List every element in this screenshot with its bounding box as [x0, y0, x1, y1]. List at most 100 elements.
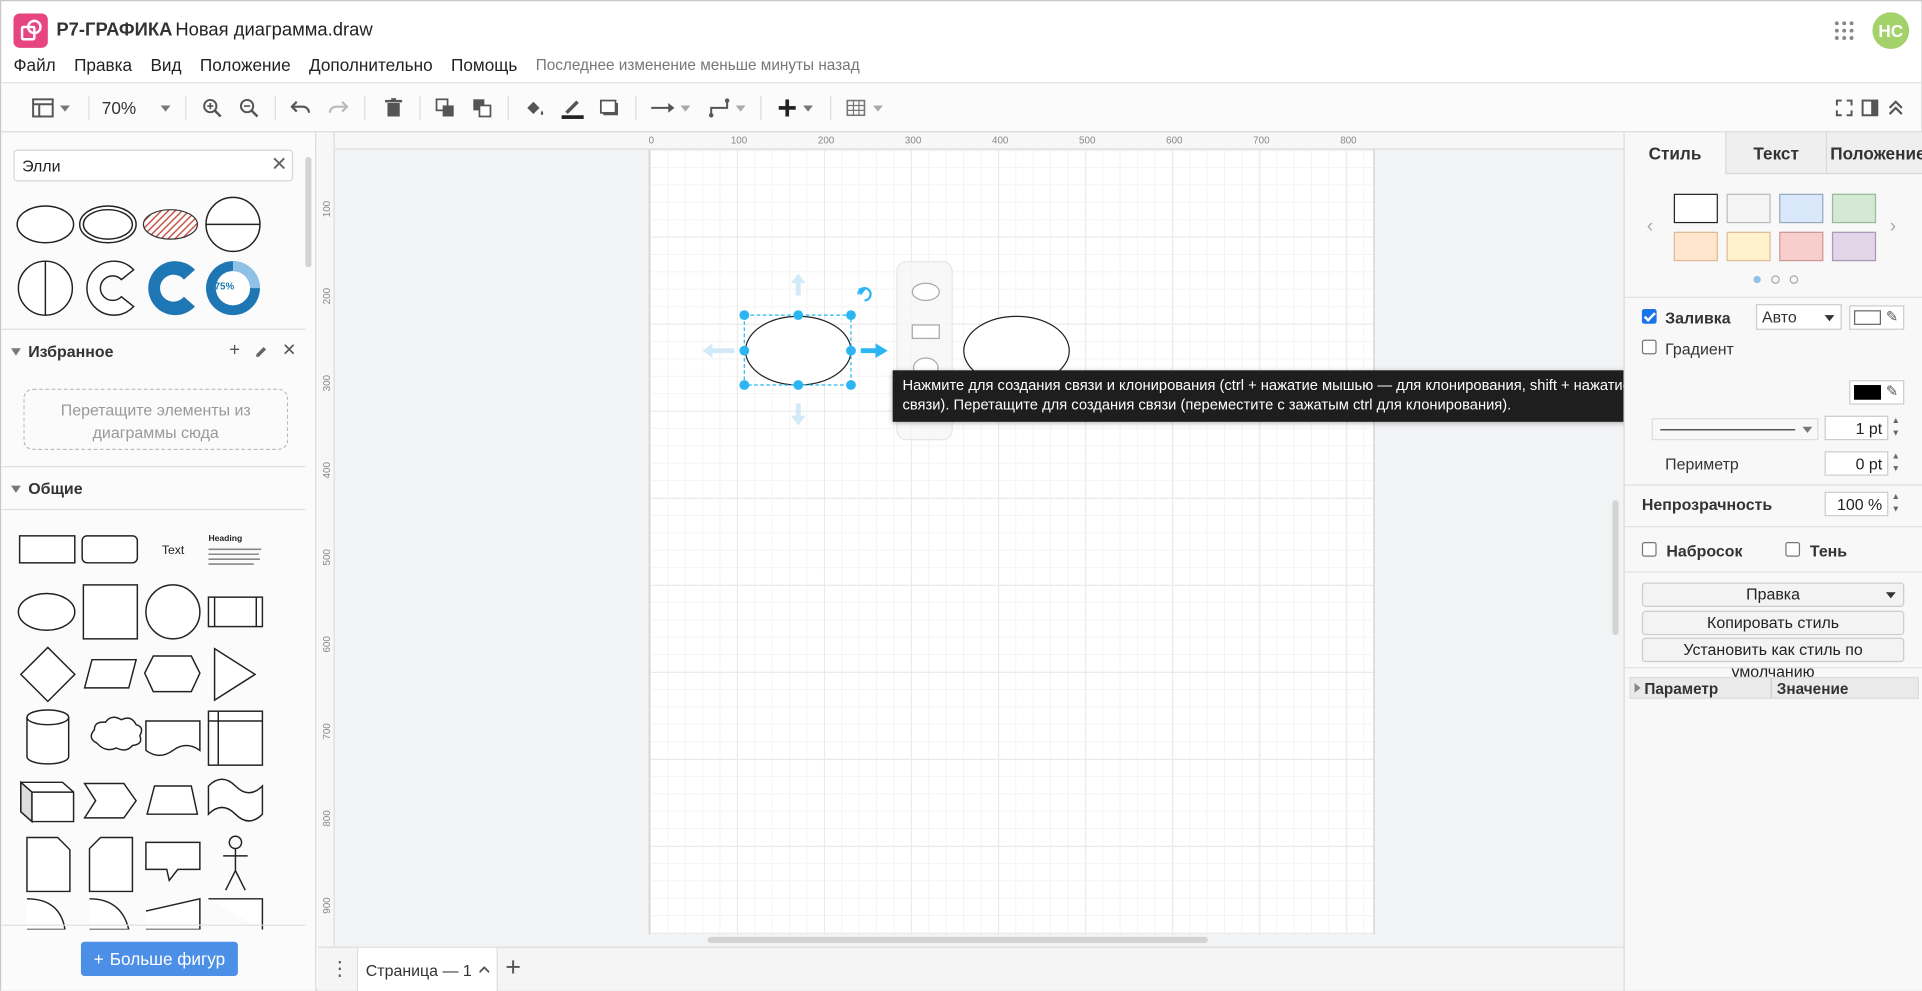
diamond-shape[interactable]	[19, 646, 76, 703]
waypoints-icon[interactable]	[705, 96, 749, 121]
partial-arc-shape[interactable]	[86, 260, 135, 316]
expand-arrow-icon[interactable]	[1634, 682, 1641, 693]
card-shape[interactable]	[88, 836, 134, 893]
style-swatch[interactable]	[1831, 231, 1877, 262]
arrow-right-icon[interactable]	[860, 343, 888, 359]
document-shape[interactable]	[145, 720, 201, 757]
tab-text[interactable]: Текст	[1725, 132, 1826, 175]
swatch-page-dots[interactable]	[1752, 275, 1801, 285]
style-swatch[interactable]	[1831, 193, 1877, 224]
horizontal-scrollbar[interactable]	[707, 936, 1208, 943]
page-tab[interactable]: Страница — 1	[356, 947, 498, 991]
menu-help[interactable]: Помощь	[451, 55, 517, 77]
close-favorites-icon[interactable]: ✕	[282, 340, 296, 361]
line-color-icon[interactable]	[559, 96, 586, 121]
apps-grid-icon[interactable]	[1834, 21, 1854, 41]
tab-arrange[interactable]: Положение	[1825, 132, 1922, 175]
style-swatch[interactable]	[1779, 193, 1824, 224]
connection-icon[interactable]	[649, 96, 693, 121]
favorites-drop-zone[interactable]: Перетащите элементы из диаграммы сюда	[23, 388, 289, 451]
line-width-input[interactable]: 1 pt	[1824, 415, 1889, 441]
tape-shape[interactable]	[207, 778, 264, 822]
general-section-header[interactable]: Общие	[11, 479, 83, 498]
menu-view[interactable]: Вид	[150, 55, 181, 77]
insert-icon[interactable]	[774, 96, 818, 121]
shadow-icon[interactable]	[597, 96, 622, 121]
text-shape[interactable]: Text	[162, 543, 185, 557]
shadow-checkbox[interactable]	[1785, 541, 1801, 557]
document-title[interactable]: Новая диаграмма.draw	[175, 20, 372, 41]
sketch-checkbox[interactable]	[1641, 541, 1657, 557]
resize-handle[interactable]	[846, 345, 856, 356]
tab-style[interactable]: Стиль	[1624, 132, 1726, 175]
undo-icon[interactable]	[288, 96, 313, 121]
prev-swatches-icon[interactable]: ‹	[1647, 216, 1654, 238]
last-change-status[interactable]: Последнее изменение меньше минуты назад	[536, 55, 860, 77]
left-scrollbar[interactable]	[305, 156, 312, 268]
ellipse-shape[interactable]	[16, 205, 75, 244]
opacity-input[interactable]: 100 %	[1824, 491, 1889, 517]
edit-favorites-icon[interactable]	[254, 343, 269, 365]
line-width-stepper[interactable]: ▲ ▼	[1890, 416, 1902, 441]
selected-ellipse[interactable]	[744, 315, 852, 386]
user-avatar[interactable]: НС	[1872, 12, 1910, 50]
blue-arc-shape[interactable]	[148, 261, 195, 316]
circle-shape[interactable]	[145, 584, 201, 640]
zoom-select[interactable]: 70%	[102, 96, 171, 121]
style-swatch[interactable]	[1726, 193, 1771, 224]
resize-handle[interactable]	[793, 310, 804, 321]
style-swatch[interactable]	[1673, 193, 1718, 224]
edit-style-select[interactable]: Правка	[1641, 582, 1905, 607]
zoom-in-icon[interactable]	[200, 96, 225, 121]
add-page-icon[interactable]: +	[505, 953, 521, 981]
step-shape[interactable]	[83, 782, 138, 819]
vertical-divided-circle-shape[interactable]	[17, 260, 74, 316]
to-front-icon[interactable]	[433, 96, 458, 121]
table-icon[interactable]	[844, 96, 886, 121]
next-swatches-icon[interactable]: ›	[1890, 216, 1897, 238]
actor-shape[interactable]	[223, 835, 248, 891]
double-ellipse-shape[interactable]	[78, 205, 137, 244]
process-shape[interactable]	[207, 596, 264, 628]
rotate-handle-icon[interactable]	[857, 287, 872, 302]
triangle-shape[interactable]	[213, 647, 257, 702]
gradient-checkbox[interactable]	[1641, 339, 1657, 355]
perimeter-stepper[interactable]: ▲ ▼	[1890, 451, 1902, 476]
heading-shape[interactable]: Heading	[208, 533, 262, 565]
hexagon-shape[interactable]	[143, 655, 201, 693]
fill-mode-select[interactable]: Авто	[1755, 304, 1842, 330]
favorites-section-header[interactable]: Избранное	[11, 342, 114, 361]
fill-checkbox[interactable]	[1641, 309, 1657, 324]
collapse-icon[interactable]	[1886, 96, 1906, 121]
copy-style-button[interactable]: Копировать стиль	[1641, 610, 1905, 636]
resize-handle[interactable]	[739, 380, 750, 390]
arrow-down-icon[interactable]	[790, 403, 806, 426]
more-shapes-button[interactable]: + Больше фигур	[80, 941, 238, 977]
diagram-page[interactable]	[648, 149, 1375, 935]
fullscreen-icon[interactable]	[1834, 96, 1854, 121]
fill-color-icon[interactable]	[522, 96, 547, 121]
fill-color-button[interactable]: ✎	[1849, 305, 1905, 330]
perimeter-input[interactable]: 0 pt	[1824, 451, 1889, 476]
menu-arrange[interactable]: Положение	[200, 55, 291, 77]
vertical-scrollbar[interactable]	[1612, 500, 1619, 636]
delete-icon[interactable]	[381, 96, 406, 121]
horizontal-divided-circle-shape[interactable]	[205, 196, 261, 253]
resize-handle[interactable]	[739, 310, 750, 321]
resize-handle[interactable]	[793, 380, 804, 390]
format-panel-icon[interactable]	[1860, 96, 1880, 121]
trapezoid-shape[interactable]	[146, 785, 199, 815]
line-color-button[interactable]: ✎	[1849, 380, 1905, 405]
hatched-ellipse-shape[interactable]	[142, 209, 199, 240]
opacity-stepper[interactable]: ▲ ▼	[1890, 492, 1902, 517]
cylinder-shape[interactable]	[26, 709, 70, 765]
resize-handle[interactable]	[846, 310, 856, 321]
style-swatch[interactable]	[1779, 231, 1824, 262]
add-favorite-icon[interactable]: +	[229, 340, 240, 361]
note-shape[interactable]	[26, 836, 71, 893]
menu-edit[interactable]: Правка	[74, 55, 132, 77]
callout-shape[interactable]	[145, 841, 201, 883]
clear-search-icon[interactable]: ✕	[271, 155, 287, 176]
arrow-left-icon[interactable]	[702, 343, 735, 359]
internal-storage-shape[interactable]	[207, 710, 264, 766]
